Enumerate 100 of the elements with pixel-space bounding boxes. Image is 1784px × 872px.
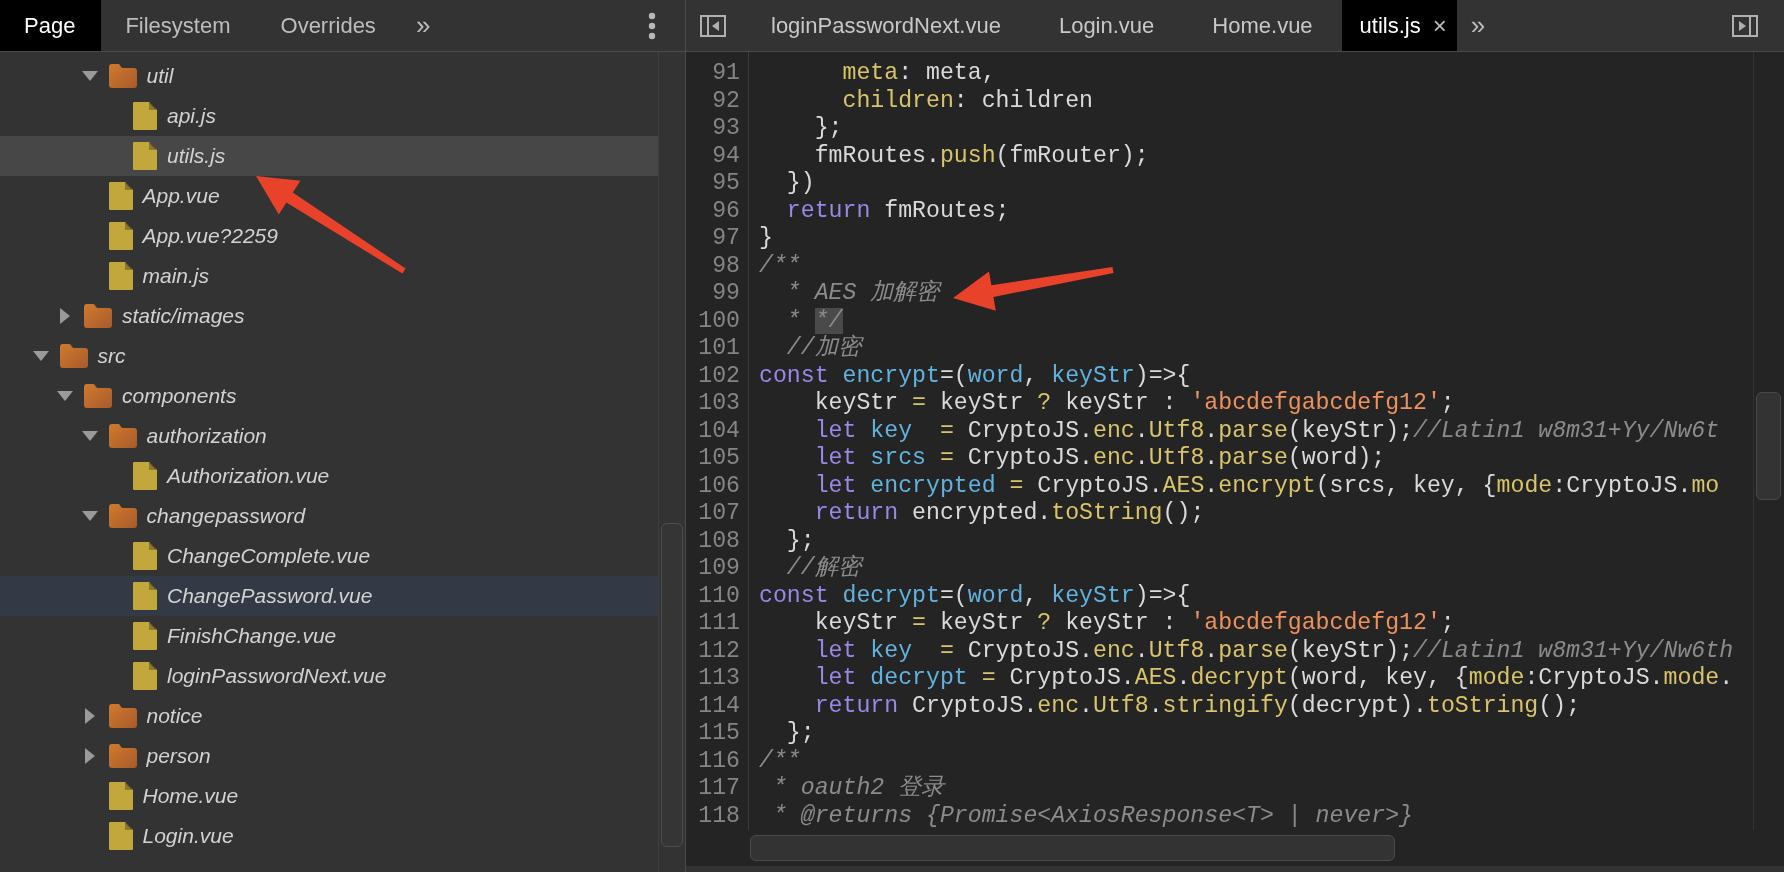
line-number: 98 (711, 252, 740, 280)
file-icon (133, 662, 157, 690)
code-line: return CryptoJS.enc.Utf8.stringify(decrypt).toString(); (813, 692, 1581, 720)
code-line: let srcs = CryptoJS.enc.Utf8.parse(word); (813, 445, 1386, 473)
file-icon (133, 622, 157, 650)
folder-item[interactable]: person (0, 736, 658, 776)
panel-tab[interactable]: Page (0, 0, 102, 51)
line-number: 99 (711, 280, 740, 308)
line-number: 117 (697, 775, 740, 803)
line-number: 105 (697, 445, 740, 473)
folder-item[interactable]: static/images (0, 296, 658, 336)
folder-item[interactable]: changepassword (0, 496, 658, 536)
panel-tab[interactable]: Overrides (256, 0, 402, 51)
file-tab[interactable]: Home.vue (1183, 0, 1342, 51)
line-number: 104 (697, 417, 740, 445)
folder-item[interactable]: authorization (0, 416, 658, 456)
file-icon (133, 582, 157, 610)
code-line: let encrypted = CryptoJS.AES.encrypt(srcs, key, {mode:CryptoJS.mo (813, 472, 1720, 500)
file-item[interactable]: loginPasswordNext.vue (0, 656, 658, 696)
code-line: return encrypted.toString(); (813, 500, 1205, 528)
file-item[interactable]: utils.js (0, 136, 658, 176)
line-number: 106 (697, 472, 740, 500)
line-number: 115 (697, 720, 740, 748)
code-line: /** (759, 747, 801, 775)
folder-icon (108, 704, 137, 728)
code-line: let key = CryptoJS.enc.Utf8.parse(keyStr);//Latin1 w8m31+Yy/Nw6t (813, 417, 1720, 445)
code-line: }) (785, 170, 815, 198)
code-line: * AES 加解密 (785, 280, 940, 308)
line-number: 112 (697, 637, 740, 665)
scrollbar-thumb[interactable] (661, 523, 683, 847)
code-line: let key = CryptoJS.enc.Utf8.parse(keyStr);//Latin1 w8m31+Yy/Nw6th (813, 637, 1734, 665)
code-line: }; (813, 115, 843, 143)
scrollbar-thumb[interactable] (1756, 392, 1781, 500)
folder-icon (59, 344, 88, 368)
line-number: 100 (697, 307, 740, 335)
line-number: 114 (697, 692, 740, 720)
file-tab[interactable]: loginPasswordNext.vue (742, 0, 1030, 51)
code-line: * oauth2 登录 (771, 775, 945, 803)
line-number: 118 (697, 802, 740, 830)
line-number: 113 (697, 665, 740, 693)
file-icon (108, 182, 133, 210)
code-line: }; (785, 527, 815, 555)
file-item[interactable]: Authorization.vue (0, 456, 658, 496)
file-icon (108, 782, 133, 810)
code-line: const encrypt=(word, keyStr)=>{ (759, 362, 1191, 390)
folder-item[interactable]: notice (0, 696, 658, 736)
file-icon (133, 142, 157, 170)
close-button[interactable]: × (1432, 11, 1447, 40)
file-tab[interactable]: utils.js × (1341, 0, 1457, 51)
code-line: let decrypt = CryptoJS.AES.decrypt(word, key, {mode:CryptoJS.mode. (813, 665, 1734, 693)
menu-icon[interactable] (648, 11, 656, 40)
folder-icon (108, 64, 137, 88)
line-number: 102 (697, 362, 740, 390)
folder-icon (84, 384, 112, 408)
file-icon (133, 462, 157, 490)
file-item[interactable]: api.js (0, 96, 658, 136)
code-line: return fmRoutes; (785, 197, 1010, 225)
more-tabs-button[interactable]: » (401, 0, 445, 51)
code-line: * @returns {Promise<AxiosResponse<T> | never>} (771, 802, 1413, 830)
folder-item[interactable]: util (0, 56, 658, 96)
more-tabs-button[interactable]: » (1456, 0, 1500, 51)
code-line: fmRoutes.push(fmRouter); (813, 142, 1149, 170)
file-item[interactable]: ChangeComplete.vue (0, 536, 658, 576)
line-number: 109 (697, 555, 740, 583)
line-number: 97 (711, 225, 740, 253)
sidebar-toggle-icon[interactable] (700, 14, 726, 37)
file-item[interactable]: App.vue (0, 176, 658, 216)
line-number: 101 (697, 335, 740, 363)
folder-icon (108, 504, 137, 528)
file-item[interactable]: FinishChange.vue (0, 616, 658, 656)
file-item[interactable]: main.js (0, 256, 658, 296)
code-line: children: children (841, 87, 1093, 115)
line-number: 108 (697, 527, 740, 555)
folder-item[interactable]: src (0, 336, 658, 376)
line-number: 95 (711, 170, 740, 198)
code-line: /** (759, 252, 801, 280)
line-number: 94 (711, 142, 740, 170)
panel-tab[interactable]: Filesystem (101, 0, 257, 51)
file-icon (108, 262, 133, 290)
sidebar-toggle-icon[interactable] (1732, 14, 1758, 37)
line-number: 92 (711, 87, 740, 115)
code-line: const decrypt=(word, keyStr)=>{ (759, 582, 1191, 610)
file-item[interactable]: ChangePassword.vue (0, 576, 658, 616)
folder-icon (108, 744, 137, 768)
folder-icon (84, 304, 112, 328)
file-icon (133, 542, 157, 570)
file-item[interactable]: Home.vue (0, 776, 658, 816)
line-number: 116 (697, 747, 740, 775)
line-number: 111 (697, 610, 740, 638)
file-item[interactable]: App.vue?2259 (0, 216, 658, 256)
folder-item[interactable]: components (0, 376, 658, 416)
scrollbar-thumb[interactable] (750, 835, 1395, 861)
file-icon (133, 102, 157, 130)
file-icon (108, 822, 133, 850)
file-item[interactable]: Login.vue (0, 816, 658, 856)
line-number: 107 (697, 500, 740, 528)
code-line: keyStr = keyStr ? keyStr : 'abcdefgabcdefg12'; (813, 390, 1455, 418)
code-line: } (759, 225, 773, 253)
file-tab[interactable]: Login.vue (1029, 0, 1184, 51)
line-number: 91 (711, 60, 740, 88)
